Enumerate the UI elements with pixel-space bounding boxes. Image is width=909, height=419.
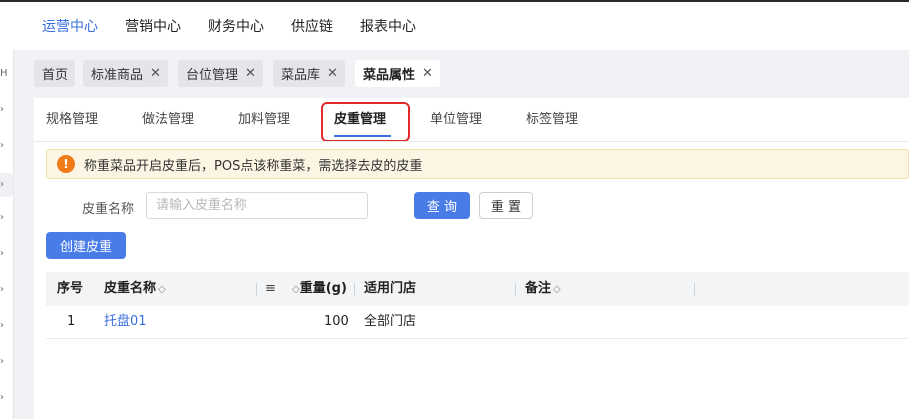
tab-dish-attributes[interactable]: 菜品属性 ✕	[355, 60, 440, 87]
subtab-unit[interactable]: 单位管理	[430, 108, 482, 127]
cell-tare-name-link[interactable]: 托盘01	[104, 306, 147, 337]
close-icon[interactable]: ✕	[245, 66, 256, 81]
col-tare-name[interactable]: 皮重名称 ◇	[104, 272, 166, 307]
column-divider	[694, 283, 695, 296]
topnav-reports[interactable]: 报表中心	[360, 16, 416, 36]
info-alert: ! 称重菜品开启皮重后，POS点该称重菜，需选择去皮的皮重	[46, 149, 909, 179]
warning-icon: !	[57, 155, 75, 173]
column-divider	[515, 283, 516, 296]
tab-label: 标准商品	[91, 68, 144, 83]
sidebar-expand-icon[interactable]: ›	[0, 104, 8, 115]
tare-name-label: 皮重名称	[82, 202, 135, 217]
tab-standard-goods[interactable]: 标准商品 ✕	[83, 60, 168, 87]
top-nav: 运营中心 营销中心 财务中心 供应链 报表中心	[0, 0, 909, 50]
cell-index: 1	[67, 314, 76, 329]
tab-label: 菜品库	[281, 68, 321, 83]
topnav-operations[interactable]: 运营中心	[42, 16, 98, 36]
table-header: 序号 皮重名称 ◇ ≡ ◇重量(g) 适用门店 备注 ◇	[46, 272, 909, 306]
column-divider	[256, 283, 257, 296]
tab-label: 台位管理	[186, 68, 239, 83]
highlight-box	[321, 102, 410, 142]
subtab-method[interactable]: 做法管理	[142, 108, 194, 127]
sidebar-expand-icon[interactable]: ›	[0, 212, 8, 223]
topnav-finance[interactable]: 财务中心	[208, 16, 264, 36]
tab-label: 首页	[42, 68, 69, 83]
cell-stores: 全部门店	[364, 314, 417, 329]
close-icon[interactable]: ✕	[422, 66, 433, 81]
table-row: 1 托盘01 100 全部门店	[46, 306, 909, 339]
column-divider	[354, 283, 355, 296]
col-label: 重量(g)	[299, 281, 347, 296]
col-stores: 适用门店	[364, 281, 417, 296]
sort-icon[interactable]: ◇	[158, 284, 166, 295]
subtab-tag[interactable]: 标签管理	[526, 108, 578, 127]
sidebar: H › › › › › › › › ›	[0, 50, 14, 419]
subtab-spec[interactable]: 规格管理	[46, 108, 98, 127]
subtab-divider	[34, 141, 909, 142]
page-tabs: 首页 标准商品 ✕ 台位管理 ✕ 菜品库 ✕ 菜品属性 ✕	[14, 50, 909, 96]
sidebar-expand-icon[interactable]: ›	[0, 284, 8, 295]
content-card: 规格管理 做法管理 加料管理 皮重管理 单位管理 标签管理 ! 称重菜品开启皮重…	[34, 98, 909, 419]
sidebar-expand-icon[interactable]: ›	[0, 320, 8, 331]
tab-home[interactable]: 首页	[34, 60, 76, 87]
sort-icon[interactable]: ◇	[292, 284, 300, 295]
col-remark[interactable]: 备注 ◇	[525, 272, 561, 307]
query-button[interactable]: 查 询	[414, 192, 470, 219]
tare-name-input[interactable]	[146, 192, 368, 219]
reset-button[interactable]: 重 置	[479, 192, 533, 219]
sidebar-expand-icon[interactable]: ›	[0, 248, 8, 259]
tab-dish-library[interactable]: 菜品库 ✕	[273, 60, 345, 87]
sidebar-expand-icon[interactable]: ›	[0, 392, 8, 403]
alert-text: 称重菜品开启皮重后，POS点该称重菜，需选择去皮的皮重	[84, 158, 423, 174]
tab-label: 菜品属性	[363, 68, 416, 83]
col-label: 皮重名称	[104, 281, 157, 296]
topnav-supply-chain[interactable]: 供应链	[291, 16, 333, 36]
tab-table-management[interactable]: 台位管理 ✕	[178, 60, 263, 87]
sort-icon[interactable]: ◇	[553, 284, 561, 295]
sidebar-partial-glyph: H	[0, 68, 8, 79]
col-index: 序号	[57, 281, 84, 296]
col-weight[interactable]: ◇重量(g)	[290, 272, 347, 307]
column-menu-icon[interactable]: ≡	[265, 272, 276, 306]
sidebar-expand-icon[interactable]: ›	[0, 140, 8, 151]
close-icon[interactable]: ✕	[150, 66, 161, 81]
sidebar-expand-icon[interactable]: ›	[0, 356, 8, 367]
col-label: 备注	[525, 281, 552, 296]
subtab-addon[interactable]: 加料管理	[238, 108, 290, 127]
sidebar-expand-icon[interactable]: ›	[0, 173, 13, 197]
close-icon[interactable]: ✕	[327, 66, 338, 81]
topnav-marketing[interactable]: 营销中心	[125, 16, 181, 36]
cell-weight: 100	[324, 314, 349, 329]
create-tare-button[interactable]: 创建皮重	[46, 232, 126, 259]
